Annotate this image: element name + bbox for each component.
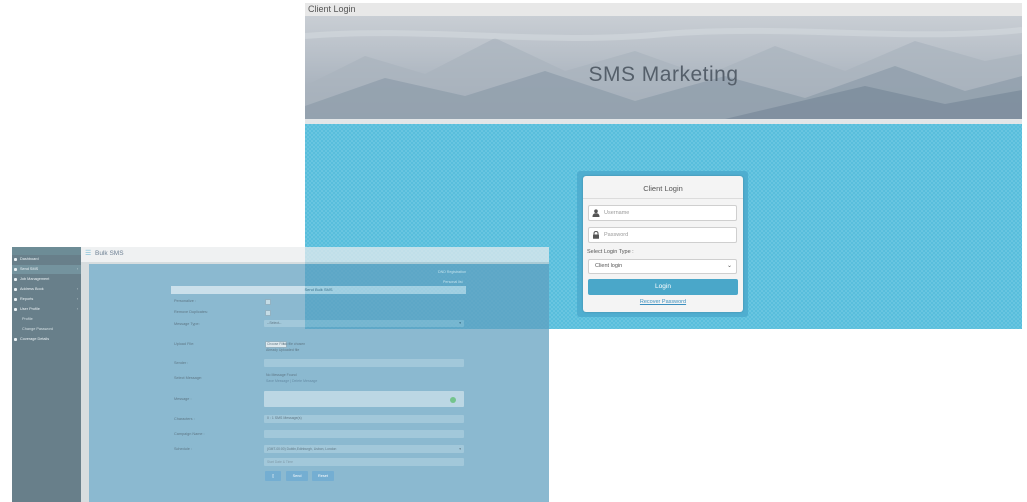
remove-duplicates-checkbox[interactable] — [265, 310, 271, 316]
reset-button[interactable]: Reset — [312, 471, 334, 481]
banner-title: SMS Marketing — [588, 63, 739, 86]
campaign-name-label: Campaign Name : — [174, 432, 205, 436]
sidebar-item-dashboard[interactable]: Dashboard — [12, 255, 81, 264]
datetime-placeholder: Start Date & Time — [267, 459, 294, 464]
user-icon — [592, 209, 600, 217]
sidebar-item-label: Change Password — [22, 327, 54, 331]
login-type-value: Client login — [595, 263, 623, 269]
window-title: Client Login — [305, 3, 1022, 16]
message-type-value: --Select-- — [267, 321, 282, 325]
personal-list-link[interactable]: Personal list — [443, 280, 463, 284]
timezone-select[interactable]: (GMT-00:00) Dublin,Edinburgh, Lisbon, Lo… — [264, 445, 464, 453]
save-delete-message-link[interactable]: Save Message | Delete Message — [266, 379, 317, 383]
user-icon — [14, 308, 17, 311]
login-type-label: Select Login Type : — [587, 249, 634, 255]
sender-input[interactable] — [264, 359, 464, 367]
chevron-down-icon: ⌄ — [726, 263, 732, 269]
sidebar-item-label: Reports — [20, 297, 34, 301]
login-card: Client Login Username Password Select Lo… — [583, 176, 743, 312]
message-label: Message : — [174, 397, 192, 401]
emoji-icon[interactable] — [450, 397, 456, 403]
chevron-down-icon: ▾ — [459, 447, 461, 451]
characters-field: 0 : 1 SMS Message(s) — [264, 415, 464, 423]
content-panel: DND Registration Personal list Send Bulk… — [89, 264, 549, 502]
sidebar-item-label: Profile — [22, 317, 33, 321]
characters-label: Characters : — [174, 417, 195, 421]
characters-value: 0 : 1 SMS Message(s) — [267, 416, 302, 420]
select-message-label: Select Message: — [174, 376, 203, 380]
campaign-name-input[interactable] — [264, 430, 464, 438]
page-title: Bulk SMS — [95, 250, 124, 257]
form-heading: Send Bulk SMS — [171, 286, 466, 294]
dashboard-topbar: ☰ Bulk SMS — [81, 247, 549, 262]
globe-icon — [14, 338, 17, 341]
lock-icon — [593, 231, 599, 239]
mobile-preview-button[interactable]: ▯ — [265, 471, 281, 481]
menu-icon[interactable]: ☰ — [85, 250, 91, 257]
no-file-text: No file chosen — [283, 342, 306, 346]
password-input[interactable]: Password — [588, 227, 737, 243]
sidebar-item-change-password[interactable]: Change Password — [12, 325, 81, 334]
mobile-icon: ▯ — [271, 474, 275, 478]
chevron-left-icon: ‹ — [76, 307, 78, 311]
personalize-checkbox[interactable] — [265, 299, 271, 305]
chevron-down-icon: ▾ — [459, 321, 461, 325]
chevron-left-icon: ‹ — [76, 287, 78, 291]
timezone-value: (GMT-00:00) Dublin,Edinburgh, Lisbon, Lo… — [267, 446, 337, 451]
login-card-heading: Client Login — [643, 184, 683, 193]
login-button[interactable]: Login — [588, 279, 738, 295]
username-placeholder: Username — [604, 210, 630, 216]
sidebar-item-send-sms[interactable]: Send SMS ‹ — [12, 265, 81, 274]
message-type-label: Message Type: — [174, 322, 200, 326]
send-button[interactable]: Send — [286, 471, 308, 481]
bulk-sms-dashboard: Dashboard Send SMS ‹ Job Management Addr… — [12, 247, 549, 502]
sidebar-item-label: Job Management — [20, 277, 50, 281]
dnd-registration-link[interactable]: DND Registration — [438, 270, 466, 274]
chevron-left-icon: ‹ — [76, 267, 78, 271]
sidebar-item-label: Send SMS — [20, 267, 39, 271]
sidebar-brand — [12, 247, 81, 255]
remove-duplicates-label: Remove Duplicates: — [174, 310, 208, 314]
sidebar-item-label: Address Book — [20, 287, 44, 291]
sender-label: Sender : — [174, 361, 189, 365]
marketing-banner: SMS Marketing — [305, 16, 1022, 119]
home-icon — [14, 258, 17, 261]
sidebar-item-label: Coverage Details — [20, 337, 50, 341]
sidebar: Dashboard Send SMS ‹ Job Management Addr… — [12, 247, 81, 502]
sidebar-item-label: Dashboard — [20, 257, 39, 261]
divider — [583, 198, 743, 199]
chart-icon — [14, 298, 17, 301]
send-icon — [14, 268, 17, 271]
recover-password-link[interactable]: Recover Password — [583, 299, 743, 305]
upload-file-label: Upload File: — [174, 342, 195, 346]
sidebar-item-address-book[interactable]: Address Book ‹ — [12, 285, 81, 294]
chevron-left-icon: ‹ — [76, 297, 78, 301]
sidebar-item-label: User Profile — [20, 307, 40, 311]
message-textarea[interactable] — [264, 391, 464, 407]
already-uploaded-text: Already Uploaded file — [266, 348, 300, 352]
login-type-select[interactable]: Client login ⌄ — [588, 259, 737, 274]
start-datetime-input[interactable]: Start Date & Time — [264, 458, 464, 466]
password-placeholder: Password — [604, 232, 629, 238]
sidebar-item-profile[interactable]: Profile — [12, 315, 81, 324]
username-input[interactable]: Username — [588, 205, 737, 221]
personalize-label: Personalize : — [174, 299, 196, 303]
briefcase-icon — [14, 278, 17, 281]
book-icon — [14, 288, 17, 291]
sidebar-item-job-management[interactable]: Job Management — [12, 275, 81, 284]
message-type-select[interactable]: --Select-- ▾ — [264, 320, 464, 327]
no-message-text: No Message Found — [266, 373, 297, 377]
schedule-label: Schedule : — [174, 447, 192, 451]
sidebar-item-user-profile[interactable]: User Profile ‹ — [12, 305, 81, 314]
sidebar-item-reports[interactable]: Reports ‹ — [12, 295, 81, 304]
sidebar-item-coverage-details[interactable]: Coverage Details — [12, 335, 81, 344]
